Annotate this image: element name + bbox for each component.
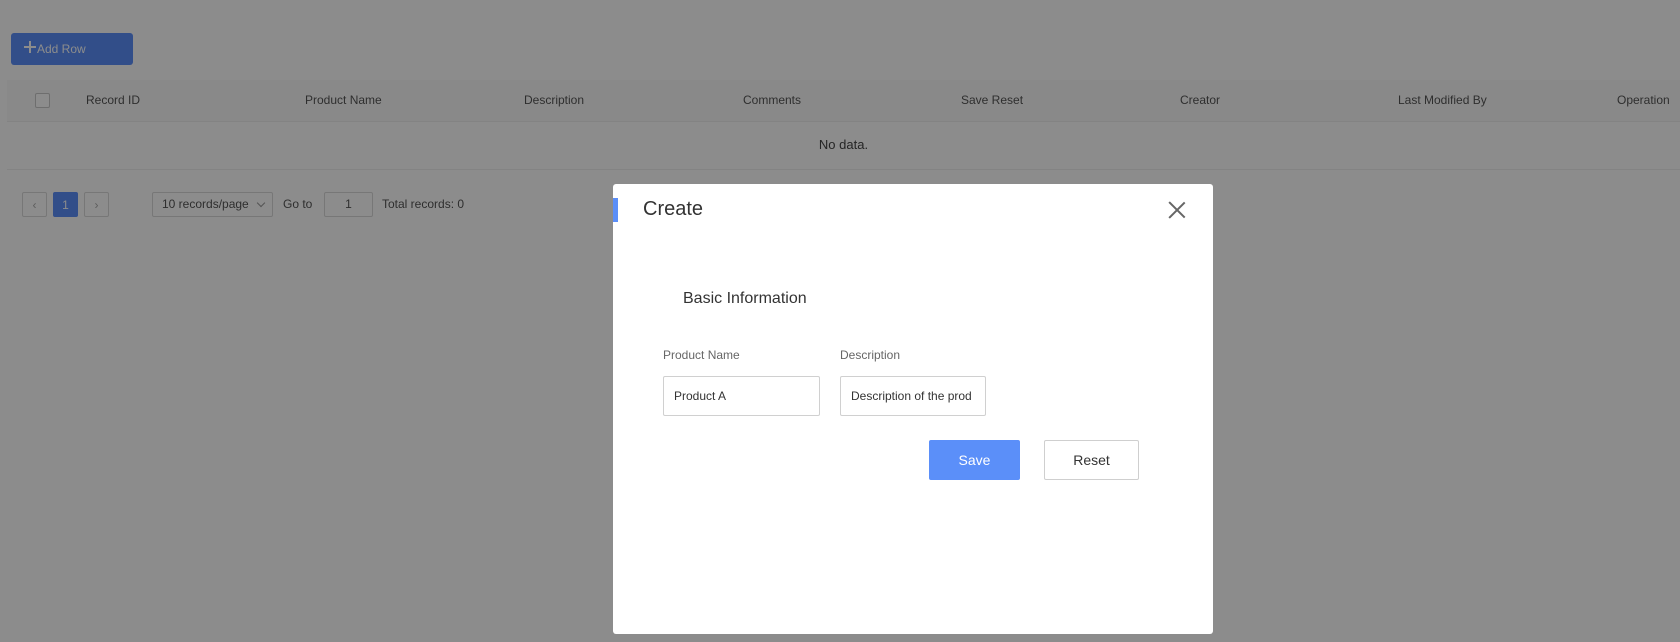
dialog-title: Create: [643, 198, 704, 220]
description-label: Description: [840, 348, 901, 362]
save-button[interactable]: Save: [929, 440, 1020, 480]
product-name-label: Product Name: [663, 348, 740, 362]
description-input[interactable]: [840, 376, 986, 416]
product-name-input[interactable]: [663, 376, 820, 416]
create-dialog: Create Basic Information Product Name De…: [613, 184, 1213, 634]
close-icon[interactable]: [1168, 201, 1186, 219]
reset-button[interactable]: Reset: [1044, 440, 1139, 480]
section-title: Basic Information: [683, 290, 807, 307]
title-accent-bar: [613, 198, 618, 222]
